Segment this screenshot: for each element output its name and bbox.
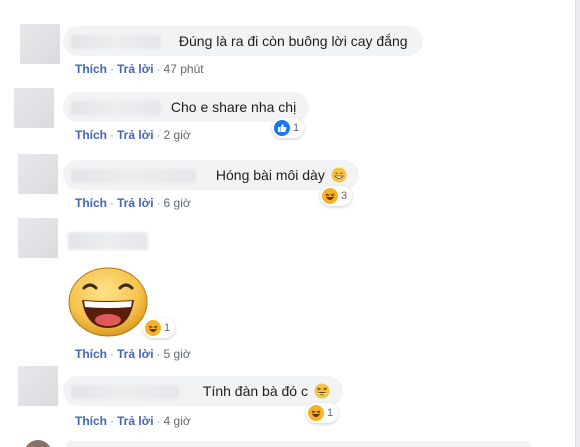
reply-link[interactable]: Trả lời [117, 128, 154, 142]
page-edge [575, 0, 580, 447]
comment-text: Tính đàn bà đó c [202, 383, 308, 399]
reaction-count-number: 1 [327, 407, 334, 419]
haha-icon [322, 188, 338, 204]
haha-icon [308, 405, 324, 421]
avatar[interactable] [24, 440, 52, 447]
haha-icon [145, 320, 161, 336]
timestamp[interactable]: 5 giờ [164, 347, 191, 361]
avatar[interactable] [18, 218, 58, 258]
like-link[interactable]: Thích [75, 62, 107, 76]
comment-text: Đúng là ra đi còn buông lời cay đắng [178, 33, 408, 49]
reaction-count[interactable]: 3 [320, 186, 353, 206]
timestamp[interactable]: 47 phút [164, 62, 204, 76]
comment-bubble: Tính đàn bà đó c [63, 376, 343, 406]
comment-actions: Thích · Trả lời · 2 giờ [75, 128, 191, 142]
comment-actions: Thích · Trả lời · 5 giờ [75, 347, 191, 361]
author-name[interactable] [68, 232, 148, 250]
reaction-count-number: 1 [164, 322, 171, 334]
like-link[interactable]: Thích [75, 414, 107, 428]
comment-text: Cho e share nha chị [170, 99, 297, 115]
avatar[interactable] [14, 88, 54, 128]
comment-actions: Thích · Trả lời · 47 phút [75, 62, 204, 76]
author-name[interactable] [71, 35, 161, 50]
reply-link[interactable]: Trả lời [117, 414, 154, 428]
reaction-count[interactable]: 1 [272, 118, 305, 138]
comment-actions: Thích · Trả lời · 6 giờ [75, 196, 191, 210]
author-name[interactable] [71, 101, 161, 116]
reaction-count[interactable]: 1 [306, 403, 339, 423]
comment-bubble: Đúng là ra đi còn buông lời cay đắng [63, 26, 423, 56]
author-name[interactable] [71, 385, 179, 400]
reaction-count-number: 3 [341, 190, 348, 202]
avatar[interactable] [20, 24, 60, 64]
reply-link[interactable]: Trả lời [117, 62, 154, 76]
like-link[interactable]: Thích [75, 347, 107, 361]
like-link[interactable]: Thích [75, 196, 107, 210]
reaction-count-number: 1 [293, 122, 300, 134]
comment-actions: Thích · Trả lời · 4 giờ [75, 414, 191, 428]
laughing-emoji-icon [314, 383, 330, 399]
like-icon [274, 120, 290, 136]
timestamp[interactable]: 4 giờ [164, 414, 191, 428]
comment-bubble: Cho e share nha chị [63, 92, 309, 122]
grinning-emoji-icon [331, 167, 347, 183]
avatar[interactable] [18, 154, 58, 194]
author-name[interactable] [71, 169, 196, 184]
comment-bubble: Hóng bài môi dày [63, 160, 359, 190]
comment-bubble-partial [66, 441, 531, 447]
laughing-face-sticker[interactable] [66, 262, 150, 338]
timestamp[interactable]: 6 giờ [164, 196, 191, 210]
reaction-count[interactable]: 1 [143, 318, 176, 338]
reply-link[interactable]: Trả lời [117, 196, 154, 210]
like-link[interactable]: Thích [75, 128, 107, 142]
avatar[interactable] [18, 366, 58, 406]
reply-link[interactable]: Trả lời [117, 347, 154, 361]
timestamp[interactable]: 2 giờ [164, 128, 191, 142]
comment-text: Hóng bài môi dày [215, 167, 325, 183]
